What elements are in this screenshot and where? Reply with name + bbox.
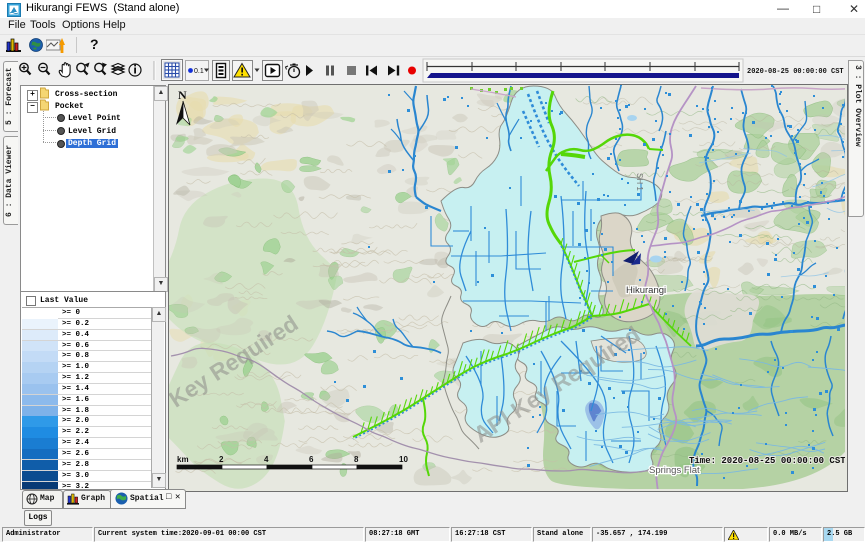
svg-text:6: 6 [309,455,314,464]
svg-text:0.1: 0.1 [194,68,204,75]
svg-text:8: 8 [354,455,359,464]
svg-text:2020-08-25 00:00:00 CST: 2020-08-25 00:00:00 CST [747,68,844,76]
svg-text:Hikurangi: Hikurangi [626,285,666,296]
svg-text:N: N [178,88,187,102]
svg-text:SH 1: SH 1 [635,173,644,191]
svg-text:Time: 2020-08-25 00:00:00 CST: Time: 2020-08-25 00:00:00 CST [689,456,845,466]
svg-text:10: 10 [399,455,408,464]
svg-text:Springs Flat: Springs Flat [649,465,700,476]
svg-text:4: 4 [264,455,269,464]
svg-text:2: 2 [219,455,224,464]
svg-text:km: km [177,455,189,464]
